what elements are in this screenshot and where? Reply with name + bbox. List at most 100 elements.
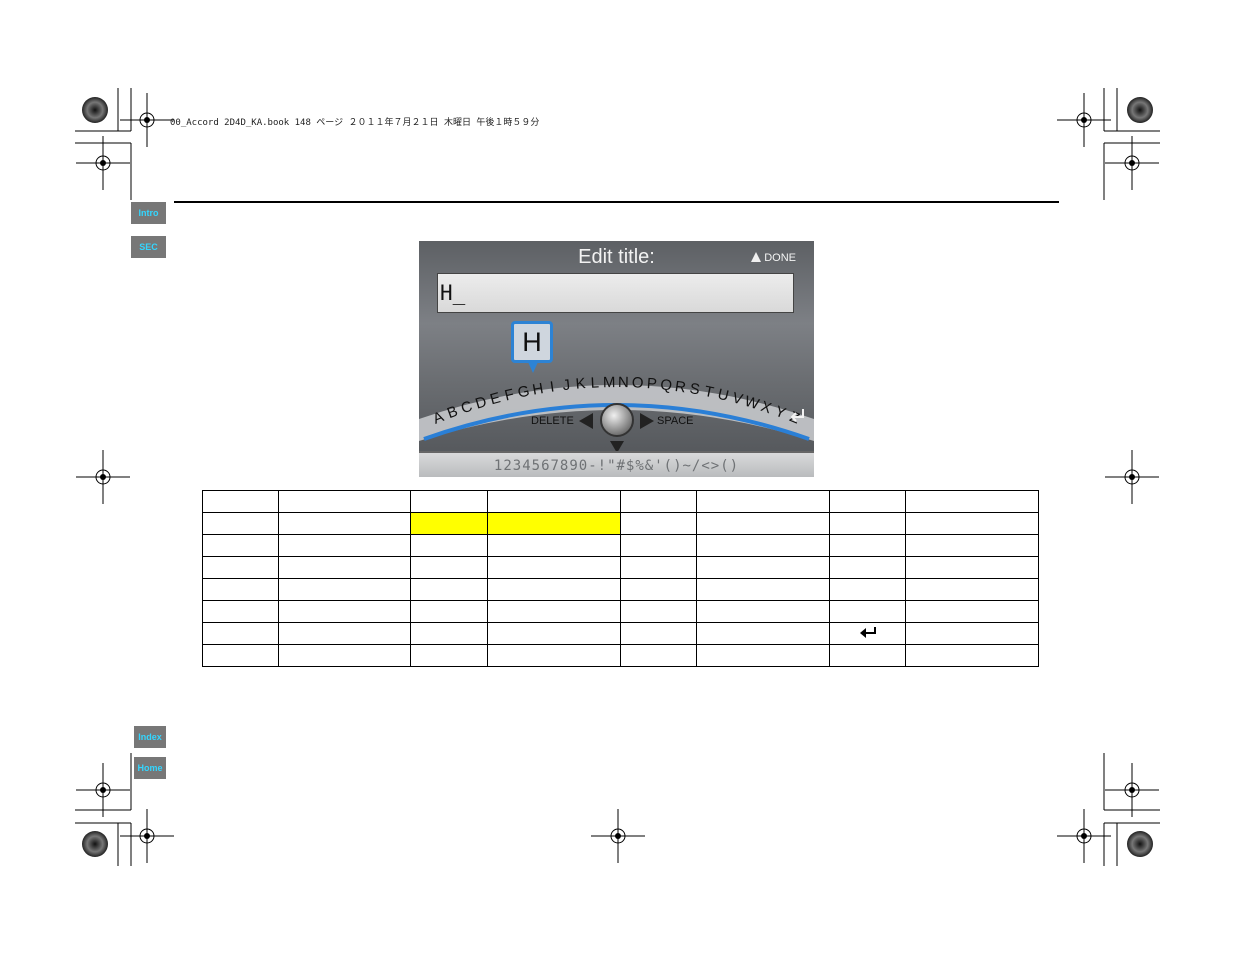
print-header: 00_Accord 2D4D_KA.book 148 ページ ２０１１年７月２１… [170, 118, 540, 128]
character-table [202, 490, 1039, 667]
alphabet-letter-q[interactable]: Q [659, 376, 672, 394]
space-label: SPACE [657, 415, 694, 427]
table-cell [278, 490, 411, 513]
alphabet-letter-m[interactable]: M [603, 374, 616, 391]
alphabet-letter-l[interactable]: L [590, 374, 599, 391]
table-cell [278, 600, 411, 623]
table-cell [696, 512, 830, 535]
header-rule [174, 201, 1059, 203]
alphabet-letter-j[interactable]: J [562, 376, 571, 394]
table-cell [696, 600, 830, 623]
bubble-pointer [528, 362, 538, 373]
alphabet-letter-n[interactable]: N [618, 374, 629, 391]
table-cell [202, 600, 279, 623]
table-cell [829, 600, 906, 623]
symbols-row: 1234567890-!"#$%&'()~/<>() [493, 458, 740, 474]
table-row [202, 600, 1039, 623]
table-cell [620, 622, 697, 645]
table-cell [829, 556, 906, 579]
table-cell [905, 622, 1039, 645]
printer-marks [75, 88, 1160, 866]
table-cell [905, 490, 1039, 513]
table-cell [278, 644, 411, 667]
table-cell [202, 622, 279, 645]
table-cell [620, 600, 697, 623]
sunburst-icon [82, 831, 108, 857]
table-cell [620, 556, 697, 579]
table-cell [487, 490, 621, 513]
table-cell [410, 556, 488, 579]
table-cell [905, 644, 1039, 667]
edit-title-screen: Edit title: DONE H_ ABCDEFGHIJKLMNOPQRST… [419, 241, 814, 477]
left-arrow-icon[interactable] [579, 413, 593, 429]
table-cell [905, 534, 1039, 557]
table-cell [202, 490, 279, 513]
table-cell [620, 490, 697, 513]
alphabet-letter-g[interactable]: G [516, 383, 531, 402]
nav-sec-button[interactable]: SEC [131, 236, 166, 258]
alphabet-letter-k[interactable]: K [575, 375, 586, 393]
table-cell [410, 644, 488, 667]
table-cell [410, 622, 488, 645]
alphabet-letter-p[interactable]: P [646, 375, 657, 393]
nav-home-button[interactable]: Home [134, 757, 166, 779]
joystick-knob-icon[interactable] [600, 403, 634, 437]
table-row [202, 490, 1039, 513]
sunburst-icon [1127, 97, 1153, 123]
table-cell [487, 644, 621, 667]
table-cell [202, 556, 279, 579]
table-cell [620, 534, 697, 557]
table-cell [829, 578, 906, 601]
table-cell [202, 534, 279, 557]
enter-icon [859, 627, 876, 638]
table-cell [487, 512, 621, 535]
table-cell [696, 556, 830, 579]
symbols-bar: 1234567890-!"#$%&'()~/<>() [419, 451, 814, 477]
table-cell [487, 534, 621, 557]
table-cell [410, 600, 488, 623]
table-cell [202, 512, 279, 535]
table-cell [202, 644, 279, 667]
table-cell [278, 556, 411, 579]
table-cell [829, 512, 906, 535]
right-arrow-icon[interactable] [640, 413, 654, 429]
table-cell [410, 490, 488, 513]
table-cell [202, 578, 279, 601]
table-cell [410, 578, 488, 601]
table-cell [278, 622, 411, 645]
table-cell [829, 490, 906, 513]
table-cell [410, 534, 488, 557]
table-cell [487, 600, 621, 623]
table-cell [696, 578, 830, 601]
table-row [202, 622, 1039, 645]
table-cell [487, 556, 621, 579]
table-cell [696, 644, 830, 667]
table-cell [905, 578, 1039, 601]
sunburst-icon [82, 97, 108, 123]
table-cell [829, 534, 906, 557]
table-cell [620, 512, 697, 535]
table-row [202, 556, 1039, 579]
table-cell [487, 622, 621, 645]
table-cell [410, 512, 488, 535]
nav-index-button[interactable]: Index [134, 726, 166, 748]
table-row [202, 644, 1039, 667]
nav-intro-button[interactable]: Intro [131, 202, 166, 224]
table-row [202, 578, 1039, 601]
table-row [202, 534, 1039, 557]
table-row [202, 512, 1039, 535]
table-cell [278, 534, 411, 557]
table-cell [278, 578, 411, 601]
table-cell [905, 512, 1039, 535]
table-cell [905, 556, 1039, 579]
delete-label: DELETE [531, 415, 574, 427]
table-cell [620, 578, 697, 601]
table-cell [620, 644, 697, 667]
table-cell [696, 534, 830, 557]
table-cell [487, 578, 621, 601]
sunburst-icon [1127, 831, 1153, 857]
table-cell [829, 644, 906, 667]
table-cell [905, 600, 1039, 623]
alphabet-letter-h[interactable]: H [531, 380, 545, 399]
alphabet-letter-o[interactable]: O [631, 374, 643, 392]
